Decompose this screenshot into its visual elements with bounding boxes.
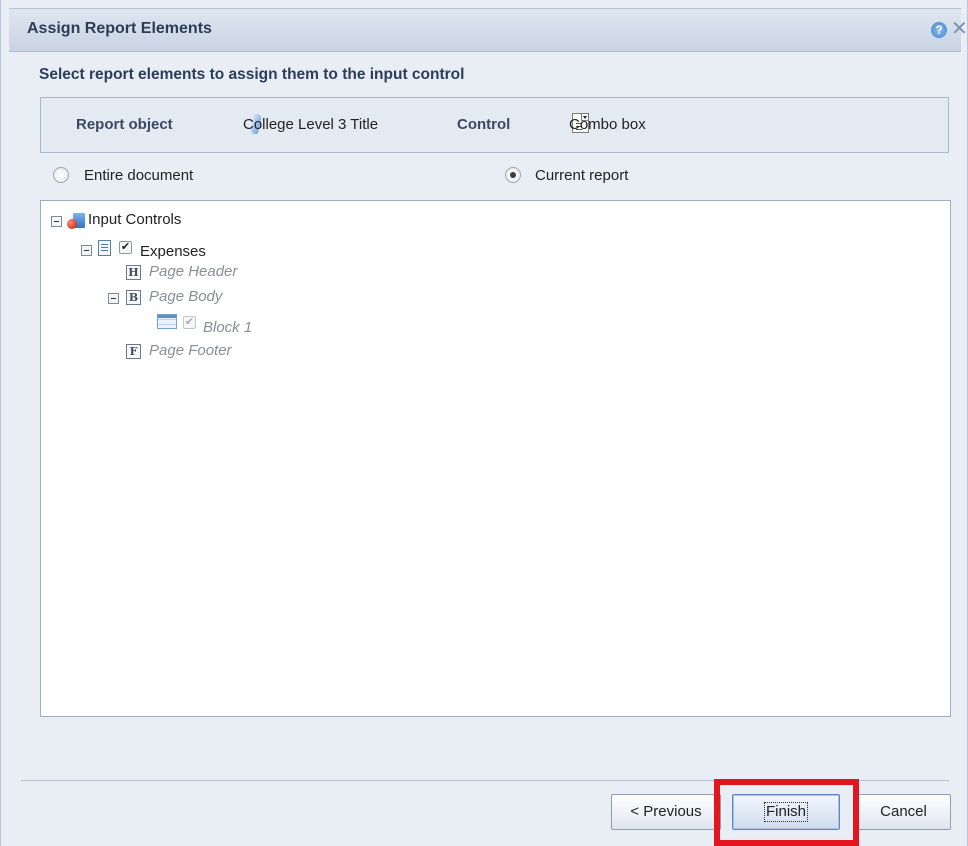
cancel-button[interactable]: Cancel	[856, 794, 951, 830]
previous-button[interactable]: < Previous	[611, 794, 721, 830]
finish-button[interactable]: Finish	[732, 794, 840, 830]
tree-label-input-controls: Input Controls	[88, 211, 182, 228]
tree-node-block-1[interactable]: ✔ Block 1	[41, 313, 341, 336]
table-block-icon	[157, 314, 177, 329]
collapse-icon[interactable]	[51, 216, 62, 227]
tree-node-input-controls[interactable]: Input Controls	[41, 211, 341, 233]
input-controls-icon	[67, 212, 85, 230]
current-report-radio[interactable]	[505, 167, 521, 183]
tree-node-page-body[interactable]: B Page Body	[41, 288, 341, 310]
footer-separator	[21, 780, 949, 781]
block-1-checkbox[interactable]: ✔	[183, 316, 196, 329]
tree-node-page-header[interactable]: H Page Header	[41, 263, 341, 285]
page-body-icon: B	[126, 290, 141, 305]
tree-label-page-footer: Page Footer	[149, 342, 232, 359]
tree-label-block-1: Block 1	[203, 319, 253, 336]
report-icon	[98, 240, 111, 256]
tree-label-expenses: Expenses	[140, 243, 206, 260]
dialog-title: Assign Report Elements	[27, 20, 212, 37]
collapse-icon[interactable]	[108, 293, 119, 304]
report-element-tree: Input Controls ✔ Expenses H Page Header …	[40, 200, 951, 717]
control-value: Combo box	[569, 116, 646, 133]
page-header-icon: H	[126, 265, 141, 280]
tree-label-page-body: Page Body	[149, 288, 223, 305]
expenses-checkbox[interactable]: ✔	[119, 241, 132, 254]
control-label: Control	[457, 116, 511, 133]
help-icon[interactable]: ?	[931, 22, 947, 38]
report-object-label: Report object	[76, 116, 173, 133]
entire-document-radio[interactable]	[53, 167, 69, 183]
entire-document-label[interactable]: Entire document	[84, 167, 284, 184]
title-bar: Assign Report Elements ? ✕	[9, 8, 968, 52]
instruction-text: Select report elements to assign them to…	[39, 66, 465, 83]
page-footer-icon: F	[126, 344, 141, 359]
current-report-label[interactable]: Current report	[535, 167, 735, 184]
tree-node-page-footer[interactable]: F Page Footer	[41, 342, 341, 364]
tree-label-page-header: Page Header	[149, 263, 238, 280]
report-object-value: College Level 3 Title	[243, 116, 379, 133]
tree-node-expenses[interactable]: ✔ Expenses	[41, 239, 341, 261]
collapse-icon[interactable]	[81, 245, 92, 256]
finish-label: Finish	[763, 802, 808, 822]
assign-report-elements-dialog: Assign Report Elements ? ✕ Select report…	[0, 0, 968, 846]
control-info-box: Report object College Level 3 Title Cont…	[40, 97, 949, 153]
close-icon[interactable]: ✕	[951, 18, 968, 40]
